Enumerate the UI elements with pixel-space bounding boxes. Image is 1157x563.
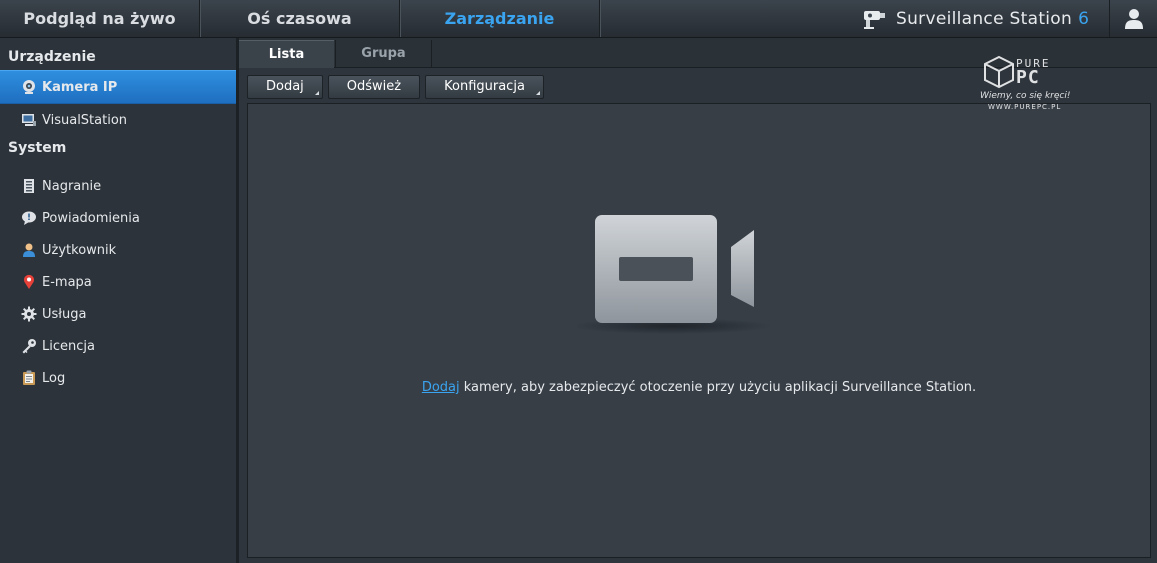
configuration-button-label: Konfiguracja <box>444 79 525 94</box>
gear-icon <box>21 306 37 322</box>
sidebar-section-device: Urządzenie <box>8 49 96 65</box>
empty-state-text: kamery, aby zabezpieczyć otoczenie przy … <box>459 380 977 395</box>
surveillance-camera-logo-icon <box>864 10 885 29</box>
key-icon <box>21 338 37 354</box>
watermark-url: WWW.PUREPC.PL <box>988 103 1062 111</box>
sidebar-item-user[interactable]: Użytkownik <box>0 234 236 266</box>
sidebar-item-ip-camera[interactable]: Kamera IP <box>0 70 236 104</box>
sidebar-item-label: Powiadomienia <box>42 210 140 226</box>
toolbar: Dodaj Odśwież Konfiguracja <box>247 75 544 99</box>
user-icon <box>1125 8 1143 29</box>
dropdown-caret-icon <box>314 91 319 95</box>
app-title: Surveillance Station <box>896 8 1073 29</box>
sidebar-section-system: System <box>8 140 67 156</box>
map-pin-icon <box>21 274 37 290</box>
add-button[interactable]: Dodaj <box>247 75 323 99</box>
sidebar-item-label: Usługa <box>42 306 87 322</box>
webcam-icon <box>21 79 37 95</box>
app-brand: Surveillance Station 6 <box>862 0 1089 37</box>
sidebar-item-emap[interactable]: E-mapa <box>0 266 236 298</box>
add-camera-link[interactable]: Dodaj <box>422 380 460 395</box>
sidebar-item-label: Licencja <box>42 338 95 354</box>
cube-logo-icon <box>984 55 1014 89</box>
monitor-icon <box>21 112 37 128</box>
sidebar-item-label: Log <box>42 370 66 386</box>
user-icon <box>21 242 37 258</box>
sidebar-item-label: Kamera IP <box>42 79 118 95</box>
clipboard-icon <box>21 370 37 386</box>
sidebar-item-service[interactable]: Usługa <box>0 298 236 330</box>
user-menu-button[interactable] <box>1109 0 1157 37</box>
add-button-label: Dodaj <box>266 79 304 94</box>
watermark-slogan: Wiemy, co się kręci! <box>980 91 1071 101</box>
configuration-button[interactable]: Konfiguracja <box>425 75 544 99</box>
video-camera-icon <box>577 215 772 334</box>
sidebar-item-recording[interactable]: Nagranie <box>0 170 236 202</box>
app-version: 6 <box>1078 8 1089 29</box>
tab-management[interactable]: Zarządzanie <box>400 0 600 37</box>
refresh-button-label: Odśwież <box>346 79 402 94</box>
sidebar: Urządzenie Kamera IP VisualStation Syste… <box>0 38 239 563</box>
sidebar-item-notifications[interactable]: Powiadomienia <box>0 202 236 234</box>
tab-group[interactable]: Grupa <box>335 40 432 67</box>
empty-state-message: Dodaj kamery, aby zabezpieczyć otoczenie… <box>248 380 1150 395</box>
dropdown-caret-icon <box>535 91 540 95</box>
purepc-watermark: PURE PC Wiemy, co się kręci! WWW.PUREPC.… <box>978 55 1082 115</box>
tab-list[interactable]: Lista <box>239 40 334 68</box>
recording-list-icon <box>21 178 37 194</box>
sidebar-item-label: VisualStation <box>42 112 128 128</box>
sidebar-item-visualstation[interactable]: VisualStation <box>0 104 236 136</box>
sidebar-item-label: Nagranie <box>42 178 102 194</box>
sidebar-item-label: Użytkownik <box>42 242 117 258</box>
watermark-line2: PC <box>1016 67 1040 88</box>
sidebar-item-log[interactable]: Log <box>0 362 236 394</box>
tab-live-view[interactable]: Podgląd na żywo <box>0 0 200 37</box>
camera-list-panel: Dodaj kamery, aby zabezpieczyć otoczenie… <box>247 103 1151 558</box>
tab-timeline[interactable]: Oś czasowa <box>200 0 400 37</box>
sidebar-item-label: E-mapa <box>42 274 92 290</box>
notification-bubble-icon <box>21 210 37 226</box>
refresh-button[interactable]: Odśwież <box>327 75 421 99</box>
main-navigation: Podgląd na żywo Oś czasowa Zarządzanie <box>0 0 600 37</box>
sidebar-item-license[interactable]: Licencja <box>0 330 236 362</box>
top-bar: Podgląd na żywo Oś czasowa Zarządzanie S… <box>0 0 1157 38</box>
